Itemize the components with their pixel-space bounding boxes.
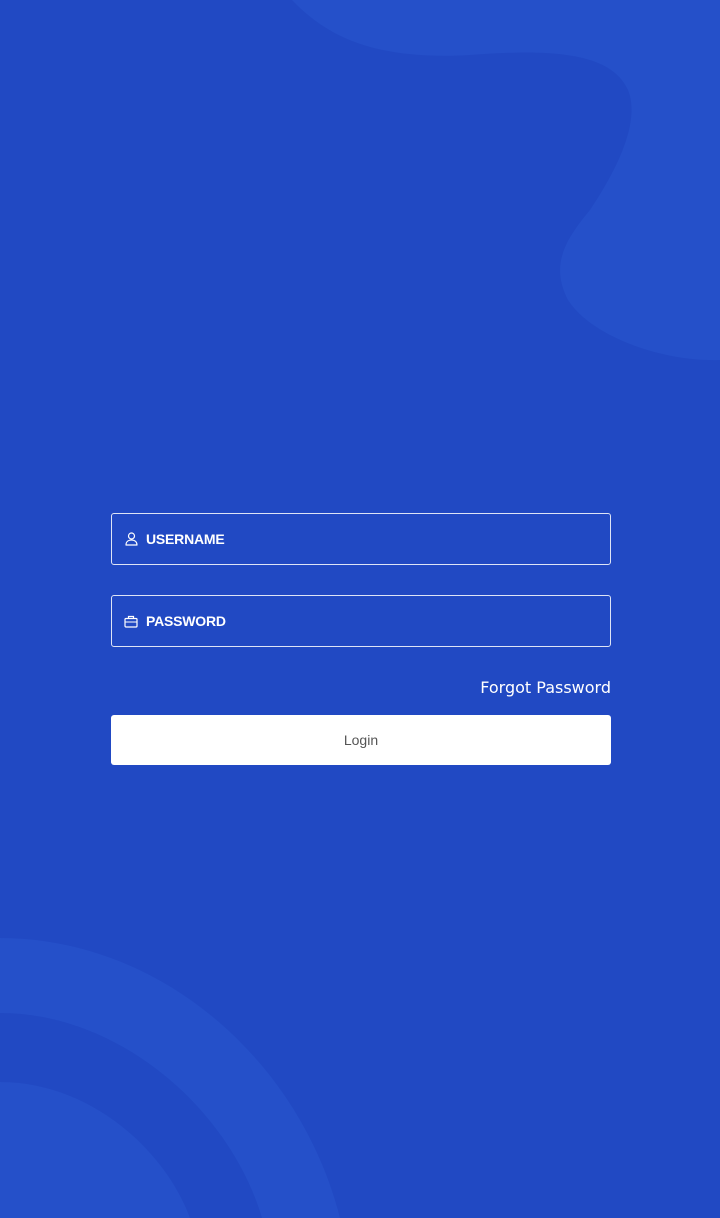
username-input[interactable] [146,514,610,564]
username-field[interactable] [111,513,611,565]
login-form: Forgot Password Login [111,513,611,765]
login-button[interactable]: Login [111,715,611,765]
briefcase-icon [124,614,138,628]
forgot-password-link[interactable]: Forgot Password [480,678,611,697]
user-icon [124,532,138,546]
forgot-password-row: Forgot Password [111,677,611,699]
password-input[interactable] [146,596,610,646]
top-right-blob [292,0,720,361]
password-field[interactable] [111,595,611,647]
